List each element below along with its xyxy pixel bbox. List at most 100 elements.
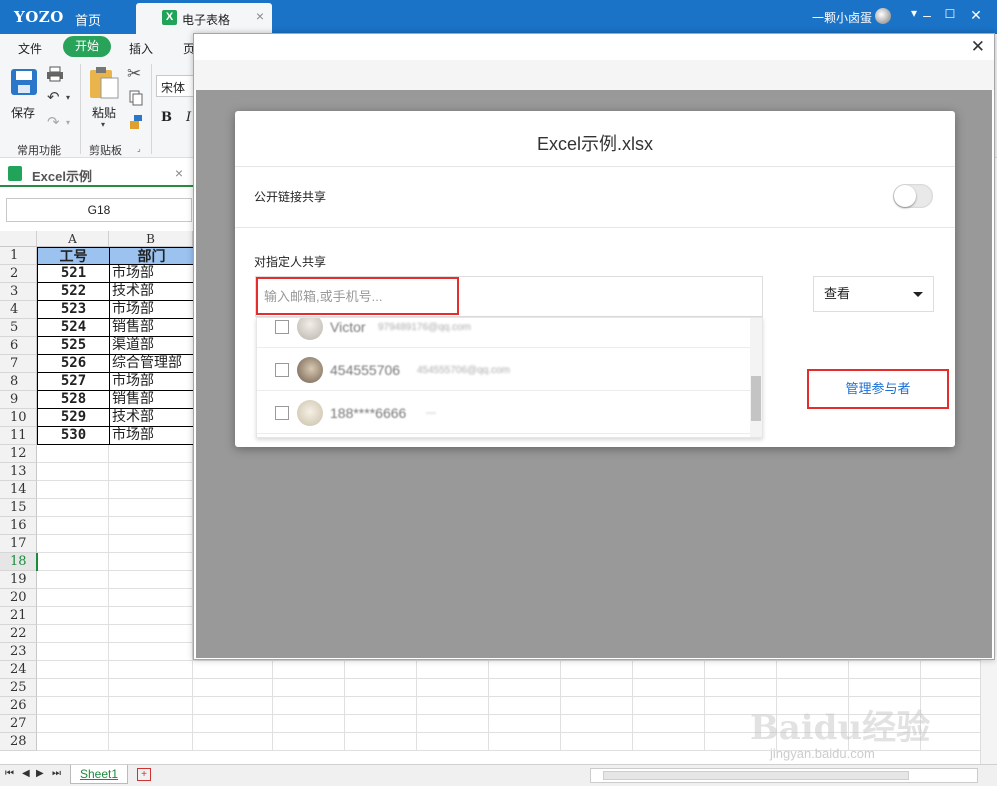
font-name-box[interactable]: 宋体 xyxy=(156,75,194,97)
row-header[interactable]: 14 xyxy=(0,481,37,499)
header-cell[interactable]: 工号 xyxy=(37,247,110,265)
close-tab-icon[interactable]: × xyxy=(256,8,264,24)
grid-cell[interactable] xyxy=(849,697,921,715)
menu-file[interactable]: 文件 xyxy=(18,40,42,57)
grid-cell[interactable] xyxy=(109,553,193,571)
contact-item[interactable]: Victor 979489176@qq.com xyxy=(257,318,752,348)
grid-cell[interactable] xyxy=(417,661,489,679)
redo-dropdown-icon[interactable]: ▾ xyxy=(66,118,70,127)
grid-cell[interactable] xyxy=(777,715,849,733)
contact-checkbox[interactable] xyxy=(275,406,289,420)
column-header[interactable]: B xyxy=(109,231,193,247)
grid-cell[interactable] xyxy=(37,481,109,499)
table-cell[interactable]: 技术部 xyxy=(109,409,194,427)
grid-cell[interactable] xyxy=(417,679,489,697)
italic-button[interactable]: I xyxy=(186,110,191,125)
grid-cell[interactable] xyxy=(109,733,193,751)
contact-checkbox[interactable] xyxy=(275,320,289,334)
print-icon[interactable] xyxy=(46,66,64,82)
permission-select[interactable]: 查看 xyxy=(813,276,934,312)
table-cell[interactable]: 市场部 xyxy=(109,427,194,445)
home-tab[interactable]: YOZO 首页 xyxy=(0,0,136,34)
row-header[interactable]: 24 xyxy=(0,661,37,679)
grid-cell[interactable] xyxy=(849,715,921,733)
row-header[interactable]: 1 xyxy=(0,247,37,265)
table-cell[interactable]: 技术部 xyxy=(109,283,194,301)
grid-cell[interactable] xyxy=(345,697,417,715)
grid-cell[interactable] xyxy=(109,535,193,553)
grid-cell[interactable] xyxy=(109,589,193,607)
tab-spreadsheet[interactable]: X 电子表格 × xyxy=(136,3,272,34)
grid-cell[interactable] xyxy=(561,715,633,733)
row-header[interactable]: 10 xyxy=(0,409,37,427)
row-header[interactable]: 3 xyxy=(0,283,37,301)
row-header[interactable]: 21 xyxy=(0,607,37,625)
file-tab[interactable]: Excel示例 × xyxy=(0,161,193,187)
table-cell[interactable]: 529 xyxy=(37,409,110,427)
grid-cell[interactable] xyxy=(705,661,777,679)
add-sheet-icon[interactable]: + xyxy=(137,768,151,781)
dropdown-scroll-thumb[interactable] xyxy=(751,376,761,421)
table-cell[interactable]: 销售部 xyxy=(109,319,194,337)
last-sheet-icon[interactable]: ⏭ xyxy=(52,768,61,779)
grid-cell[interactable] xyxy=(489,661,561,679)
header-cell[interactable]: 部门 xyxy=(109,247,194,265)
grid-cell[interactable] xyxy=(489,697,561,715)
grid-cell[interactable] xyxy=(633,679,705,697)
grid-cell[interactable] xyxy=(345,661,417,679)
table-cell[interactable]: 525 xyxy=(37,337,110,355)
grid-cell[interactable] xyxy=(777,679,849,697)
grid-cell[interactable] xyxy=(633,733,705,751)
row-header[interactable]: 23 xyxy=(0,643,37,661)
grid-cell[interactable] xyxy=(37,553,109,571)
row-header[interactable]: 8 xyxy=(0,373,37,391)
table-cell[interactable]: 527 xyxy=(37,373,110,391)
clipboard-launcher-icon[interactable]: ⌟ xyxy=(137,144,141,153)
row-header[interactable]: 11 xyxy=(0,427,37,445)
grid-cell[interactable] xyxy=(489,733,561,751)
table-cell[interactable]: 渠道部 xyxy=(109,337,194,355)
grid-cell[interactable] xyxy=(37,625,109,643)
cut-icon[interactable]: ✂ xyxy=(127,64,141,84)
row-header[interactable]: 26 xyxy=(0,697,37,715)
user-avatar[interactable] xyxy=(875,8,891,24)
next-sheet-icon[interactable]: ▶ xyxy=(36,768,44,779)
row-header[interactable]: 4 xyxy=(0,301,37,319)
grid-cell[interactable] xyxy=(109,625,193,643)
grid-cell[interactable] xyxy=(705,697,777,715)
grid-cell[interactable] xyxy=(37,535,109,553)
row-header[interactable]: 17 xyxy=(0,535,37,553)
grid-cell[interactable] xyxy=(849,679,921,697)
grid-cell[interactable] xyxy=(109,463,193,481)
grid-cell[interactable] xyxy=(109,697,193,715)
table-cell[interactable]: 销售部 xyxy=(109,391,194,409)
paste-label[interactable]: 粘贴 xyxy=(92,104,116,121)
prev-sheet-icon[interactable]: ◀ xyxy=(22,768,30,779)
vertical-scrollbar[interactable] xyxy=(980,660,997,764)
table-cell[interactable]: 523 xyxy=(37,301,110,319)
grid-cell[interactable] xyxy=(633,697,705,715)
maximize-icon[interactable]: ☐ xyxy=(940,7,960,21)
grid-cell[interactable] xyxy=(37,643,109,661)
grid-cell[interactable] xyxy=(345,679,417,697)
grid-cell[interactable] xyxy=(37,517,109,535)
row-header[interactable]: 13 xyxy=(0,463,37,481)
grid-cell[interactable] xyxy=(273,697,345,715)
grid-cell[interactable] xyxy=(417,715,489,733)
table-cell[interactable]: 524 xyxy=(37,319,110,337)
contact-item[interactable]: 454555706 454555706@qq.com xyxy=(257,348,752,391)
grid-cell[interactable] xyxy=(417,733,489,751)
grid-cell[interactable] xyxy=(37,679,109,697)
paste-dropdown-icon[interactable]: ▾ xyxy=(101,120,105,129)
grid-cell[interactable] xyxy=(777,733,849,751)
dropdown-scrollbar[interactable] xyxy=(750,318,762,437)
row-header[interactable]: 27 xyxy=(0,715,37,733)
grid-cell[interactable] xyxy=(193,661,273,679)
first-sheet-icon[interactable]: ⏮ xyxy=(5,768,14,779)
save-label[interactable]: 保存 xyxy=(11,104,35,121)
grid-cell[interactable] xyxy=(109,661,193,679)
grid-cell[interactable] xyxy=(489,679,561,697)
copy-icon[interactable] xyxy=(129,90,143,106)
grid-cell[interactable] xyxy=(561,733,633,751)
grid-cell[interactable] xyxy=(109,517,193,535)
